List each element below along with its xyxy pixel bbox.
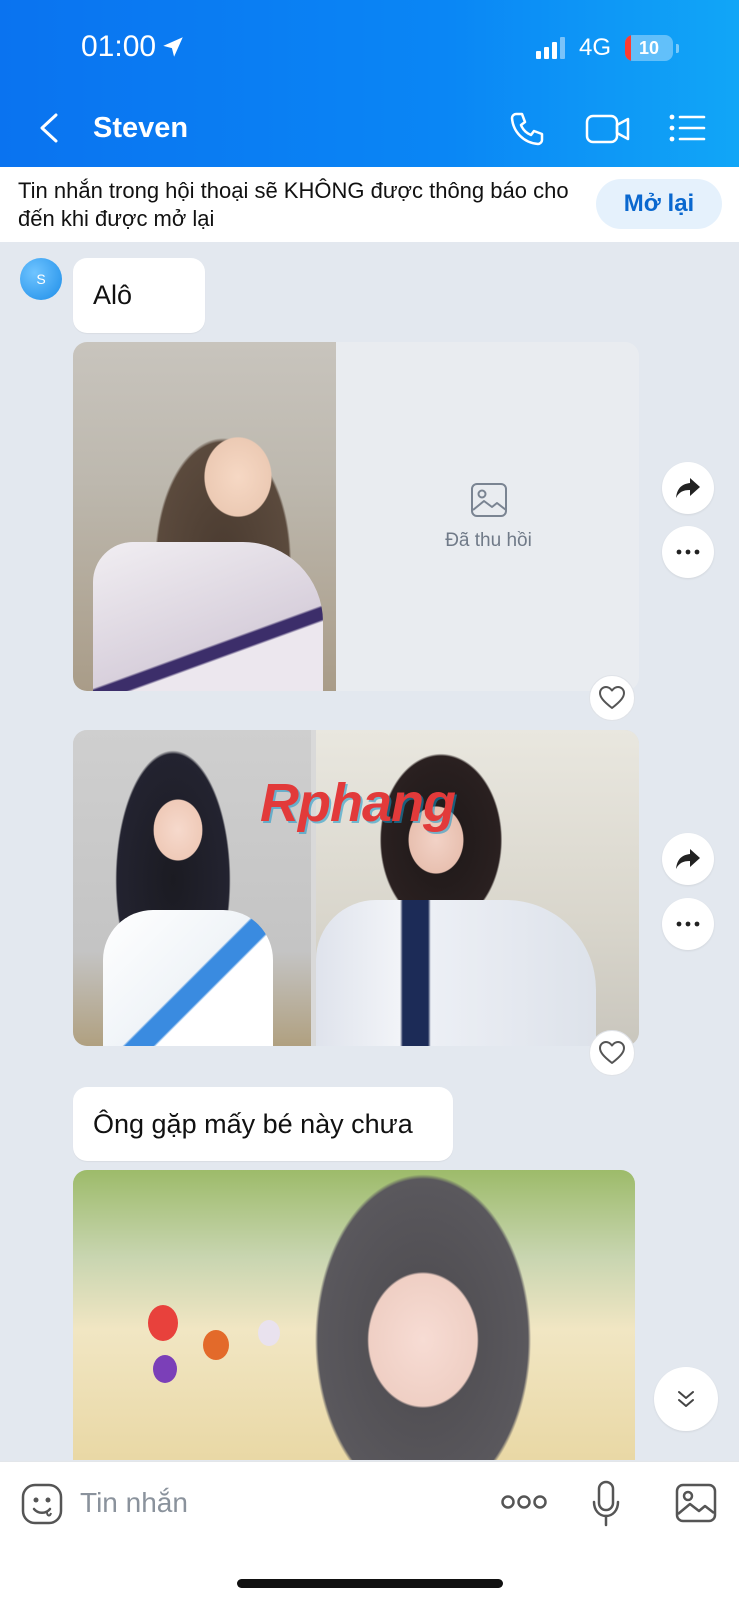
forward-button[interactable] (662, 462, 714, 514)
image-icon (470, 482, 507, 517)
status-time: 01:00 (81, 30, 186, 64)
status-indicators: 4G 10 (535, 34, 679, 62)
location-arrow-icon (163, 37, 183, 57)
recalled-label: Đã thu hồi (445, 529, 532, 551)
forward-arrow-icon (676, 478, 700, 498)
banner-text: Tin nhắn trong hội thoại sẽ KHÔNG được t… (18, 178, 569, 231)
muted-notification-banner: Tin nhắn trong hội thoại sẽ KHÔNG được t… (0, 167, 739, 242)
image-group[interactable]: Đã thu hồi (73, 342, 639, 691)
double-chevron-down-icon (678, 1391, 694, 1407)
heart-icon (599, 1041, 625, 1064)
cellular-signal-icon (535, 37, 565, 59)
scroll-to-bottom-button[interactable] (654, 1367, 718, 1431)
more-options-button[interactable] (662, 526, 714, 578)
forward-arrow-icon (676, 849, 700, 869)
reopen-notifications-button[interactable]: Mở lại (596, 179, 722, 229)
forward-button[interactable] (662, 833, 714, 885)
battery-icon: 10 (625, 35, 673, 61)
video-call-icon[interactable] (585, 112, 631, 146)
phone-call-icon[interactable] (508, 110, 546, 148)
more-dots-icon (676, 549, 700, 555)
status-time-text: 01:00 (81, 30, 157, 63)
message-input[interactable] (80, 1480, 460, 1526)
more-dots-icon[interactable] (500, 1490, 548, 1514)
message-composer (0, 1461, 739, 1600)
sticker-emoji-icon[interactable] (20, 1482, 64, 1526)
message-bubble[interactable]: Alô (73, 258, 205, 333)
heart-icon (599, 686, 625, 709)
back-icon[interactable] (36, 112, 62, 144)
watermark: Rphang (260, 773, 456, 833)
network-type: 4G (578, 34, 611, 61)
photo[interactable] (73, 1170, 635, 1460)
message-text: Alô (93, 280, 133, 310)
react-heart-button[interactable] (589, 1030, 635, 1076)
chat-header: 01:00 4G 10 Steven (0, 0, 739, 167)
message-bubble[interactable]: Ông gặp mấy bé này chưa (73, 1087, 453, 1161)
more-dots-icon (676, 921, 700, 927)
battery-level: 10 (638, 37, 660, 58)
menu-list-icon[interactable] (668, 112, 706, 144)
message-text: Ông gặp mấy bé này chưa (93, 1108, 413, 1139)
gallery-image-icon[interactable] (674, 1482, 718, 1524)
recalled-image-placeholder: Đã thu hồi (338, 342, 639, 691)
microphone-icon[interactable] (591, 1480, 621, 1528)
home-indicator (237, 1579, 503, 1588)
photo[interactable] (73, 342, 336, 691)
contact-name[interactable]: Steven (93, 112, 188, 145)
avatar[interactable]: S (20, 258, 62, 300)
more-options-button[interactable] (662, 898, 714, 950)
react-heart-button[interactable] (589, 675, 635, 721)
